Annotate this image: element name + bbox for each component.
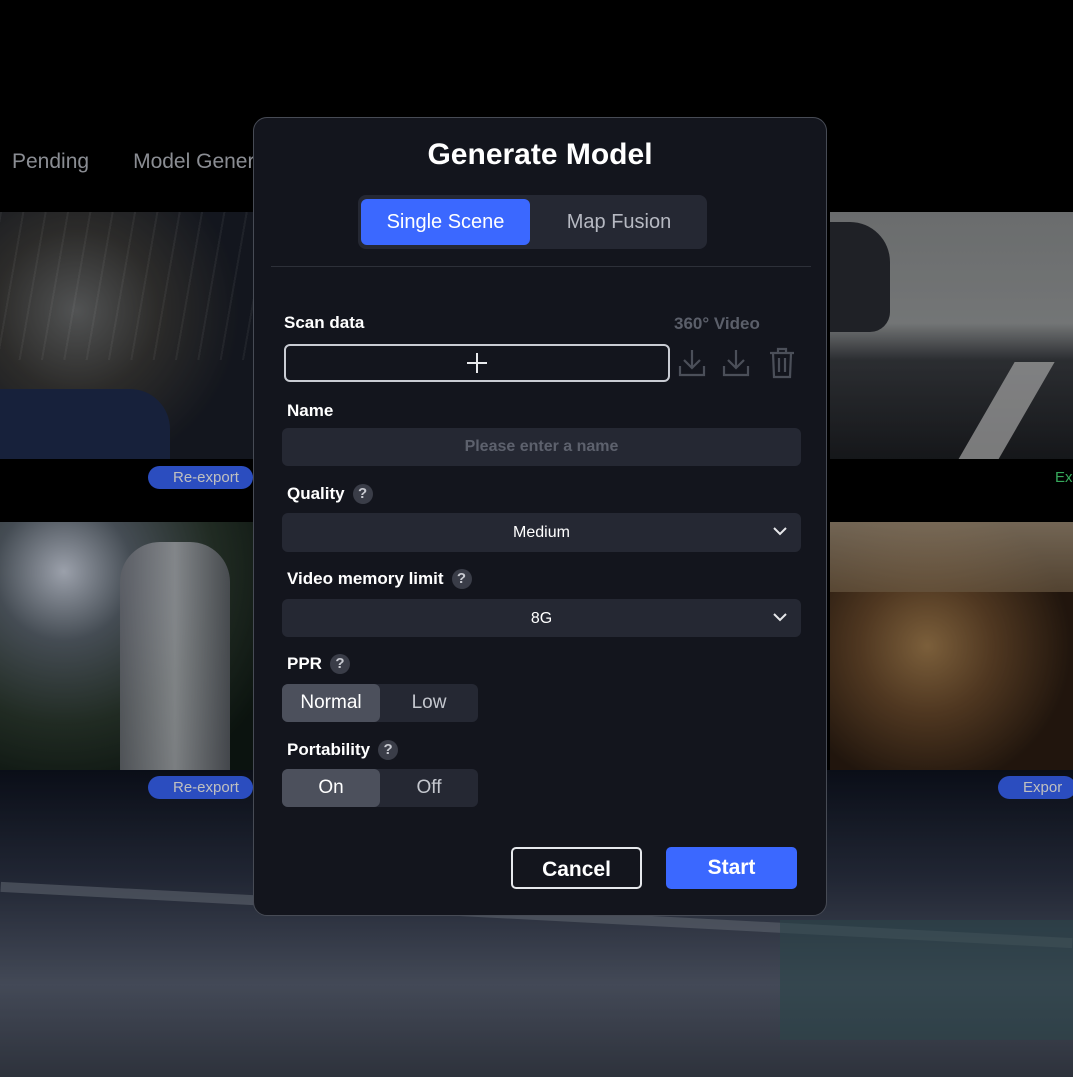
name-input[interactable]: Please enter a name bbox=[282, 428, 801, 466]
help-icon[interactable]: ? bbox=[352, 484, 373, 504]
video-memory-value: 8G bbox=[530, 610, 553, 627]
download-icon[interactable] bbox=[719, 344, 753, 380]
portability-option-off[interactable]: Off bbox=[380, 769, 478, 807]
tab-map-fusion[interactable]: Map Fusion bbox=[534, 199, 704, 245]
name-placeholder: Please enter a name bbox=[464, 438, 619, 455]
ppr-option-normal[interactable]: Normal bbox=[282, 684, 380, 722]
portability-option-on[interactable]: On bbox=[282, 769, 380, 807]
chevron-down-icon bbox=[773, 527, 787, 536]
plus-icon bbox=[467, 353, 487, 373]
trash-icon[interactable] bbox=[765, 344, 799, 380]
scan-source-label: 360° Video bbox=[674, 314, 760, 333]
generate-model-dialog: Generate Model Single Scene Map Fusion S… bbox=[253, 117, 827, 916]
add-scan-data-button[interactable] bbox=[284, 344, 670, 382]
quality-label: Quality ? bbox=[287, 484, 373, 504]
tab-single-scene[interactable]: Single Scene bbox=[361, 199, 530, 245]
video-memory-select[interactable]: 8G bbox=[282, 599, 801, 637]
help-icon[interactable]: ? bbox=[329, 654, 350, 674]
ppr-option-low[interactable]: Low bbox=[380, 684, 478, 722]
video-memory-label: Video memory limit ? bbox=[287, 569, 472, 589]
download-icon[interactable] bbox=[675, 344, 709, 380]
quality-select[interactable]: Medium bbox=[282, 513, 801, 552]
cancel-button[interactable]: Cancel bbox=[511, 847, 642, 889]
portability-label: Portability ? bbox=[287, 740, 399, 760]
start-button[interactable]: Start bbox=[666, 847, 797, 889]
quality-value: Medium bbox=[513, 524, 570, 541]
ppr-toggle: Normal Low bbox=[282, 684, 478, 722]
chevron-down-icon bbox=[773, 613, 787, 622]
divider bbox=[271, 266, 811, 267]
mode-toggle: Single Scene Map Fusion bbox=[358, 195, 707, 249]
portability-toggle: On Off bbox=[282, 769, 478, 807]
ppr-label: PPR ? bbox=[287, 654, 350, 674]
scan-data-label: Scan data bbox=[284, 313, 365, 332]
help-icon[interactable]: ? bbox=[378, 740, 399, 760]
dialog-title: Generate Model bbox=[427, 138, 653, 171]
help-icon[interactable]: ? bbox=[451, 569, 472, 589]
name-label: Name bbox=[287, 401, 334, 420]
